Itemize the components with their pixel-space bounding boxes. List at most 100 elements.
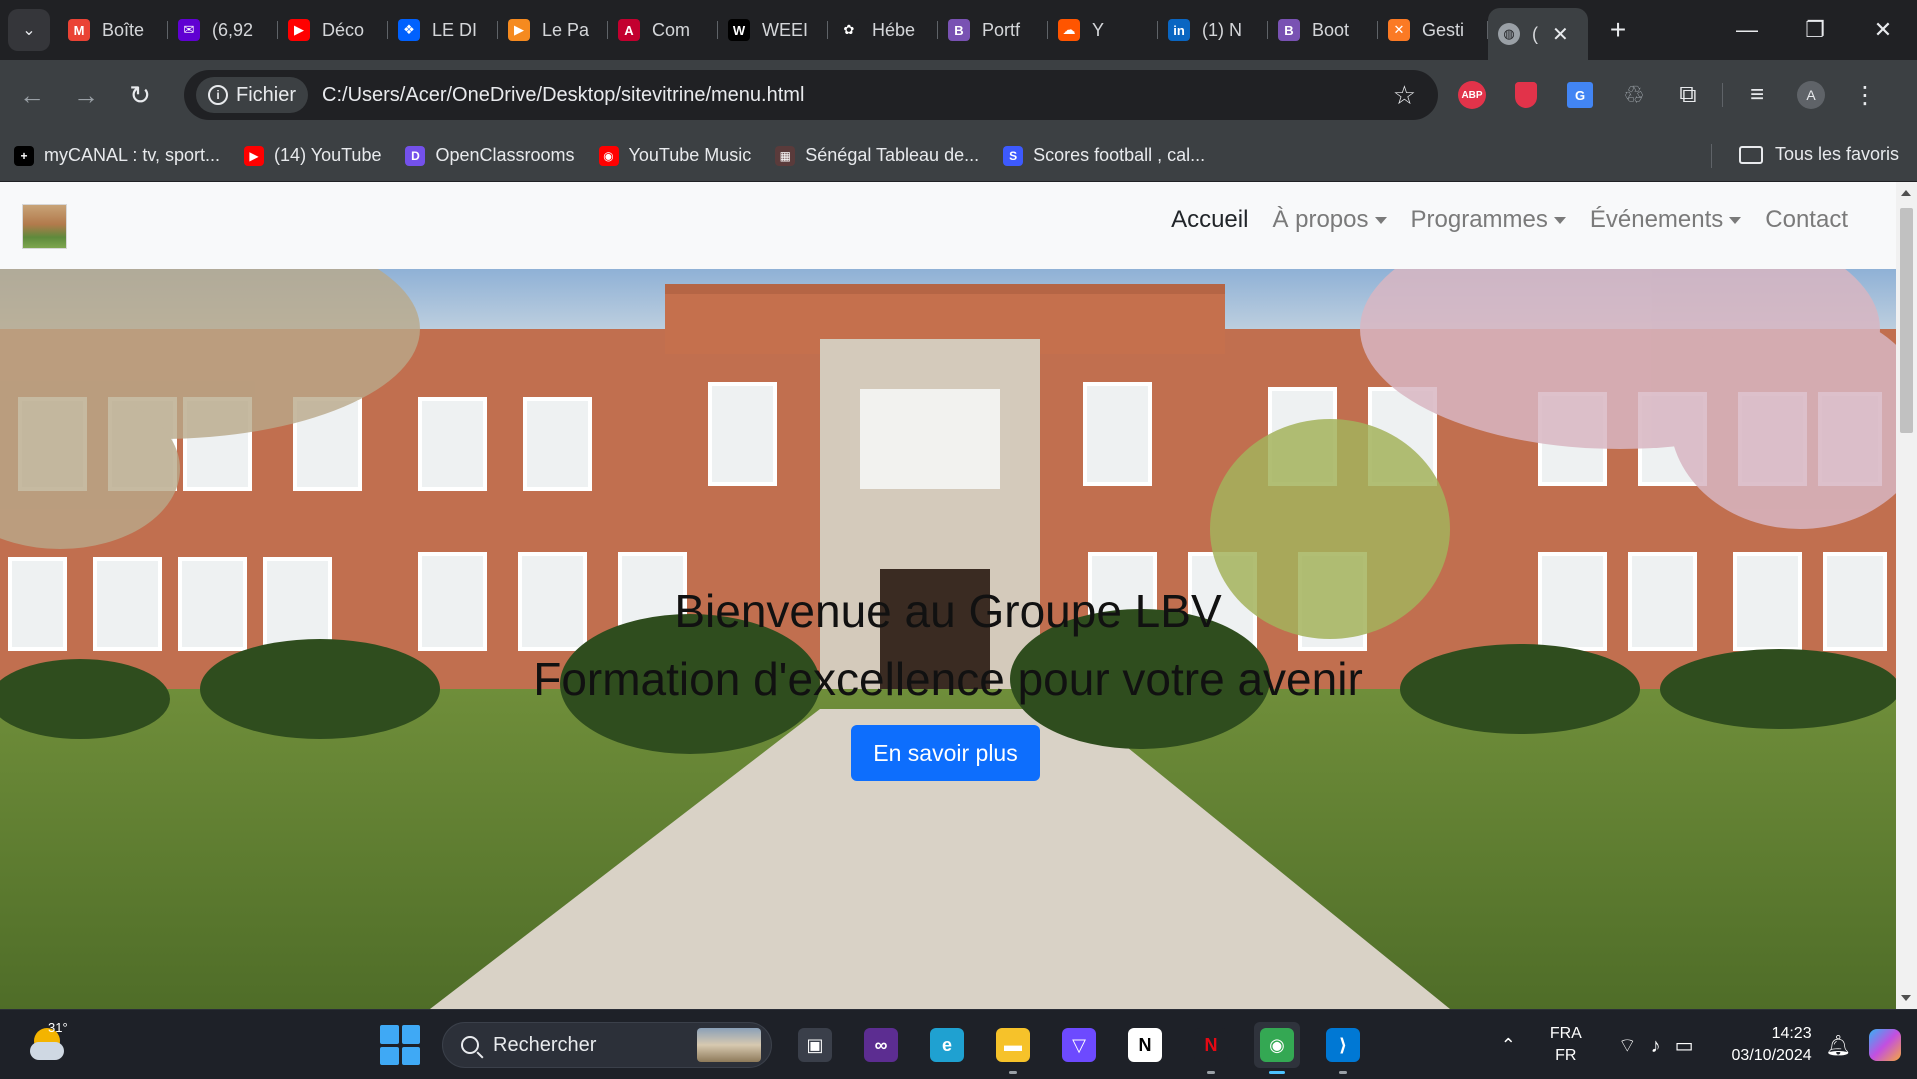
url-text[interactable]: C:/Users/Acer/OneDrive/Desktop/sitevitri… — [322, 84, 804, 107]
chrome-taskbar-button[interactable]: ◉ — [1254, 1022, 1300, 1074]
browser-tab[interactable]: ▶ Déco — [278, 8, 388, 52]
kebab-menu-icon: ⋮ — [1853, 81, 1877, 109]
bookmark-item[interactable]: D OpenClassrooms — [405, 145, 584, 166]
site-logo[interactable] — [22, 204, 67, 249]
browser-tab[interactable]: ❖ LE DI — [388, 8, 498, 52]
reload-button[interactable]: ↻ — [118, 73, 162, 117]
scroll-thumb[interactable] — [1900, 208, 1913, 433]
start-button[interactable] — [380, 1025, 420, 1065]
recycle-extension-button[interactable]: ♲ — [1614, 75, 1654, 115]
site-info-chip[interactable]: i Fichier — [196, 77, 309, 113]
scheme-label: Fichier — [236, 83, 297, 106]
edge-taskbar-button[interactable]: e — [924, 1022, 970, 1068]
input-language-button[interactable]: FRA FR — [1550, 1023, 1582, 1067]
youtube-music-icon: ◉ — [598, 145, 619, 166]
toolbar-divider — [1722, 83, 1723, 107]
xampp-icon: ✕ — [1388, 19, 1410, 41]
caret-down-icon — [1553, 216, 1566, 224]
browser-tab[interactable]: ▶ Le Pa — [498, 8, 608, 52]
hero-section: Bienvenue au Groupe LBV Formation d'exce… — [0, 269, 1896, 1009]
search-highlight-image — [697, 1028, 761, 1062]
nav-link-label: Accueil — [1171, 206, 1249, 233]
browser-tab[interactable]: ✉ (6,92 — [168, 8, 278, 52]
bootstrap-icon: B — [948, 19, 970, 41]
notion-taskbar-button[interactable]: N — [1122, 1022, 1168, 1068]
adblock-plus-button[interactable]: ABP — [1452, 75, 1492, 115]
bookmark-item[interactable]: ▶ (14) YouTube — [244, 145, 391, 166]
minimize-button[interactable]: — — [1713, 0, 1781, 60]
browser-tab[interactable]: B Portf — [938, 8, 1048, 52]
vscode-taskbar-button[interactable]: ⟩ — [1320, 1022, 1366, 1074]
play-icon: ▶ — [508, 19, 530, 41]
maximize-button[interactable]: ❐ — [1781, 0, 1849, 60]
new-tab-button[interactable]: + — [1598, 10, 1638, 50]
bookmark-item[interactable]: ▦ Sénégal Tableau de... — [775, 145, 989, 166]
visual-studio-taskbar-button[interactable]: ∞ — [858, 1022, 904, 1068]
wikipedia-icon: W — [728, 19, 750, 41]
yahoo-mail-icon: ✉ — [178, 19, 200, 41]
task-view-icon: ▣ — [798, 1028, 832, 1062]
show-hidden-icons-button[interactable]: ⌃ — [1501, 1035, 1516, 1056]
media-controls-button[interactable]: ≡ — [1737, 75, 1777, 115]
browser-tab[interactable]: ✿ Hébe — [828, 8, 938, 52]
hero-title: Bienvenue au Groupe LBV — [674, 585, 1222, 637]
shield-icon — [1515, 82, 1537, 108]
extensions-area: ABP G ♲ ⧉ ≡ A ⋮ — [1452, 72, 1885, 118]
proton-vpn-taskbar-button[interactable]: ▽ — [1056, 1022, 1102, 1068]
bookmark-item[interactable]: + myCANAL : tv, sport... — [14, 145, 230, 166]
profile-button[interactable]: A — [1791, 75, 1831, 115]
netflix-icon: N — [1194, 1028, 1228, 1062]
privacy-shield-button[interactable] — [1506, 75, 1546, 115]
tab-title: LE DI — [432, 19, 478, 40]
browser-tab[interactable]: B Boot — [1268, 8, 1378, 52]
scroll-up-arrow-icon[interactable] — [1901, 190, 1911, 196]
screen: ⌄ M Boîte ✉ (6,92 ▶ Déco ❖ LE DI ▶ Le Pa A Com W WEEI… — [0, 0, 1917, 1079]
learn-more-button[interactable]: En savoir plus — [851, 725, 1040, 781]
netflix-taskbar-button[interactable]: N — [1188, 1022, 1234, 1074]
network-volume-battery-icons[interactable]: ⌔♪▭ — [1618, 1033, 1708, 1058]
extensions-button[interactable]: ⧉ — [1668, 75, 1708, 115]
bookmarks-bar: + myCANAL : tv, sport... ▶ (14) YouTube D Ope… — [0, 130, 1917, 182]
browser-menu-button[interactable]: ⋮ — [1845, 75, 1885, 115]
gmail-icon: M — [68, 19, 90, 41]
browser-tab[interactable]: ☁ Y — [1048, 8, 1158, 52]
bookmark-item[interactable]: ◉ YouTube Music — [598, 145, 762, 166]
nav-link-accueil[interactable]: Accueil — [1159, 206, 1260, 234]
browser-tab-active[interactable]: ◍ (✕ — [1488, 8, 1588, 60]
nav-link-evenements[interactable]: Événements — [1578, 206, 1753, 234]
nav-link-label: Contact — [1765, 206, 1848, 233]
nav-link-a-propos[interactable]: À propos — [1260, 206, 1398, 234]
tab-title: (1) N — [1202, 19, 1242, 40]
taskbar-search[interactable]: Rechercher — [442, 1022, 772, 1068]
notification-bell-icon[interactable]: 🔔︎ — [1826, 1033, 1851, 1058]
file-explorer-taskbar-button[interactable]: ▬ — [990, 1022, 1036, 1074]
info-icon: i — [208, 85, 228, 105]
bookmark-star-icon[interactable]: ☆ — [1393, 80, 1416, 111]
google-translate-button[interactable]: G — [1560, 75, 1600, 115]
address-bar[interactable]: i Fichier C:/Users/Acer/OneDrive/Desktop… — [184, 70, 1438, 120]
lang-top: FRA — [1549, 1025, 1582, 1042]
page-scrollbar[interactable] — [1896, 182, 1917, 1009]
bookmark-item[interactable]: S Scores football , cal... — [1003, 145, 1215, 166]
all-bookmarks-button[interactable]: Tous les favoris — [1738, 144, 1899, 165]
browser-tab[interactable]: ✕ Gesti — [1378, 8, 1488, 52]
browser-tab[interactable]: M Boîte — [58, 8, 168, 52]
weather-widget[interactable]: 31° — [28, 1020, 70, 1066]
mycanal-icon: + — [14, 145, 34, 166]
close-tab-icon[interactable]: ✕ — [1552, 22, 1569, 47]
nav-link-contact[interactable]: Contact — [1753, 206, 1860, 234]
back-button[interactable]: ← — [10, 73, 54, 117]
tab-title: WEEI — [762, 19, 809, 40]
tab-search-button[interactable]: ⌄ — [8, 9, 50, 51]
task-view-taskbar-button[interactable]: ▣ — [792, 1022, 838, 1068]
close-window-button[interactable]: ✕ — [1849, 0, 1917, 60]
profile-avatar: A — [1797, 81, 1825, 109]
browser-tab[interactable]: in (1) N — [1158, 8, 1268, 52]
scroll-down-arrow-icon[interactable] — [1901, 995, 1911, 1001]
browser-tab[interactable]: A Com — [608, 8, 718, 52]
forward-button[interactable]: → — [64, 73, 108, 117]
nav-link-programmes[interactable]: Programmes — [1399, 206, 1578, 234]
browser-tab[interactable]: W WEEI — [718, 8, 828, 52]
copilot-icon[interactable] — [1869, 1029, 1901, 1061]
clock[interactable]: 14:23 03/10/2024 — [1732, 1023, 1812, 1067]
